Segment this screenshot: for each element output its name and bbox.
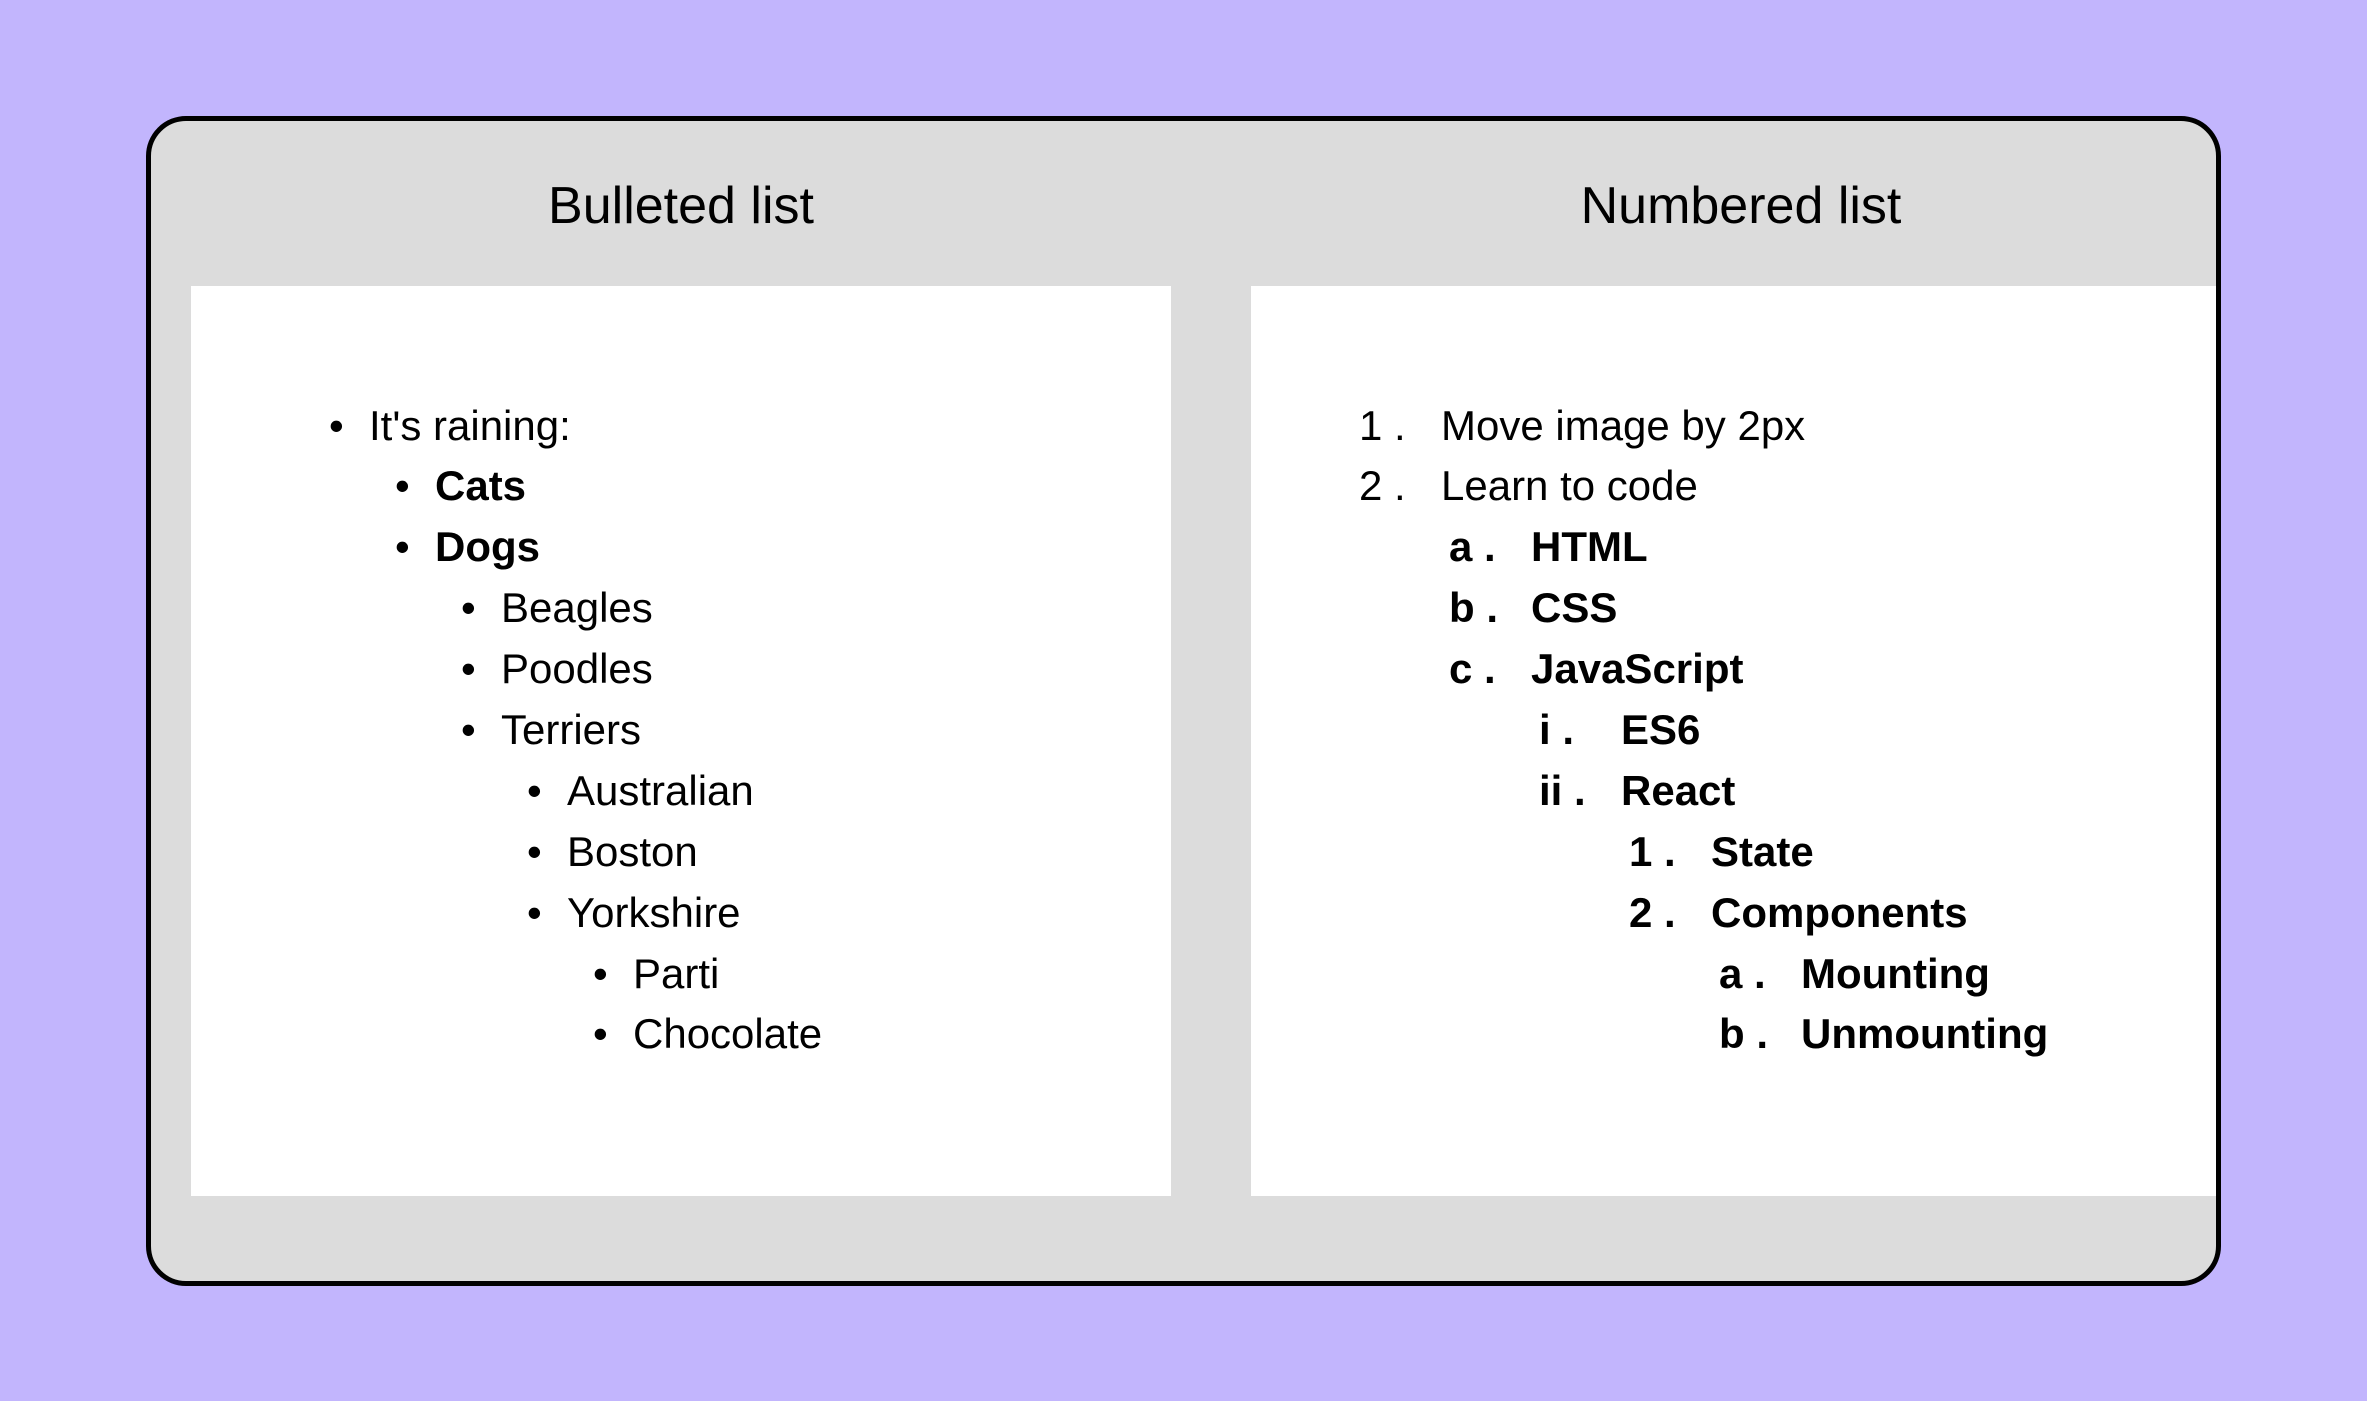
list-item: CSS xyxy=(1441,578,2131,639)
nested-ordered-list: HTML CSS JavaScript ES6 React State Components… xyxy=(1441,517,2131,1065)
list-item: JavaScript ES6 React State Components Mountin… xyxy=(1441,639,2131,1065)
list-item: State xyxy=(1621,822,2131,883)
bulleted-list-root: It's raining: Cats Dogs Beagles Poodles Terri… xyxy=(321,396,1071,1066)
list-item: Poodles xyxy=(453,639,1071,700)
list-item-text: Cats xyxy=(435,462,526,509)
list-item: HTML xyxy=(1441,517,2131,578)
numbered-column: Numbered list Move image by 2px Learn to … xyxy=(1211,121,2221,1281)
list-item-text: JavaScript xyxy=(1531,645,1743,692)
bulleted-card: It's raining: Cats Dogs Beagles Poodles Terri… xyxy=(191,286,1171,1196)
list-item: Dogs Beagles Poodles Terriers Australian Bost… xyxy=(387,517,1071,1065)
list-item-text: CSS xyxy=(1531,584,1617,631)
nested-list: Australian Boston Yorkshire Parti Chocolate xyxy=(519,761,1071,1065)
list-item-text: Terriers xyxy=(501,706,641,753)
bulleted-heading: Bulleted list xyxy=(548,176,814,236)
list-item-text: Parti xyxy=(633,950,719,997)
list-item: ES6 xyxy=(1531,700,2131,761)
list-item: Australian xyxy=(519,761,1071,822)
list-item-text: Mounting xyxy=(1801,950,1990,997)
list-item: React State Components Mounting Unmounting xyxy=(1531,761,2131,1065)
list-item-text: HTML xyxy=(1531,523,1648,570)
bulleted-column: Bulleted list It's raining: Cats Dogs Beagl… xyxy=(151,121,1211,1281)
example-frame: Bulleted list It's raining: Cats Dogs Beagl… xyxy=(146,116,2221,1286)
list-item: Components Mounting Unmounting xyxy=(1621,883,2131,1066)
list-item: Beagles xyxy=(453,578,1071,639)
list-item-text: ES6 xyxy=(1621,706,1700,753)
list-item: Parti xyxy=(585,944,1071,1005)
nested-ordered-list: State Components Mounting Unmounting xyxy=(1621,822,2131,1066)
nested-list: Beagles Poodles Terriers Australian Boston Yo… xyxy=(453,578,1071,1065)
list-item-text: Beagles xyxy=(501,584,653,631)
list-item-text: Dogs xyxy=(435,523,540,570)
nested-list: Parti Chocolate xyxy=(585,944,1071,1066)
list-item-text: It's raining: xyxy=(369,402,571,449)
nested-ordered-list: Mounting Unmounting xyxy=(1711,944,2131,1066)
list-item-text: Poodles xyxy=(501,645,653,692)
list-item-text: Components xyxy=(1711,889,1968,936)
list-item-text: Boston xyxy=(567,828,698,875)
list-item-text: State xyxy=(1711,828,1814,875)
list-item: Cats xyxy=(387,456,1071,517)
list-item: Unmounting xyxy=(1711,1004,2131,1065)
list-item: Move image by 2px xyxy=(1351,396,2131,457)
list-item: Learn to code HTML CSS JavaScript ES6 React St… xyxy=(1351,456,2131,1065)
list-item: Chocolate xyxy=(585,1004,1071,1065)
list-item-text: Learn to code xyxy=(1441,462,1698,509)
list-item: Boston xyxy=(519,822,1071,883)
list-item-text: Yorkshire xyxy=(567,889,741,936)
numbered-list-root: Move image by 2px Learn to code HTML CSS Jav… xyxy=(1351,396,2131,1066)
list-item-text: Chocolate xyxy=(633,1010,822,1057)
list-item-text: React xyxy=(1621,767,1735,814)
nested-ordered-list: ES6 React State Components Mounting Unmountin… xyxy=(1531,700,2131,1065)
nested-list: Cats Dogs Beagles Poodles Terriers Australian… xyxy=(387,456,1071,1065)
numbered-card: Move image by 2px Learn to code HTML CSS Jav… xyxy=(1251,286,2221,1196)
numbered-heading: Numbered list xyxy=(1581,176,1902,236)
list-item-text: Unmounting xyxy=(1801,1010,2048,1057)
list-item: It's raining: Cats Dogs Beagles Poodles Terri… xyxy=(321,396,1071,1066)
list-item: Yorkshire Parti Chocolate xyxy=(519,883,1071,1066)
list-item-text: Move image by 2px xyxy=(1441,402,1805,449)
list-item: Mounting xyxy=(1711,944,2131,1005)
list-item-text: Australian xyxy=(567,767,754,814)
list-item: Terriers Australian Boston Yorkshire Parti Ch… xyxy=(453,700,1071,1065)
